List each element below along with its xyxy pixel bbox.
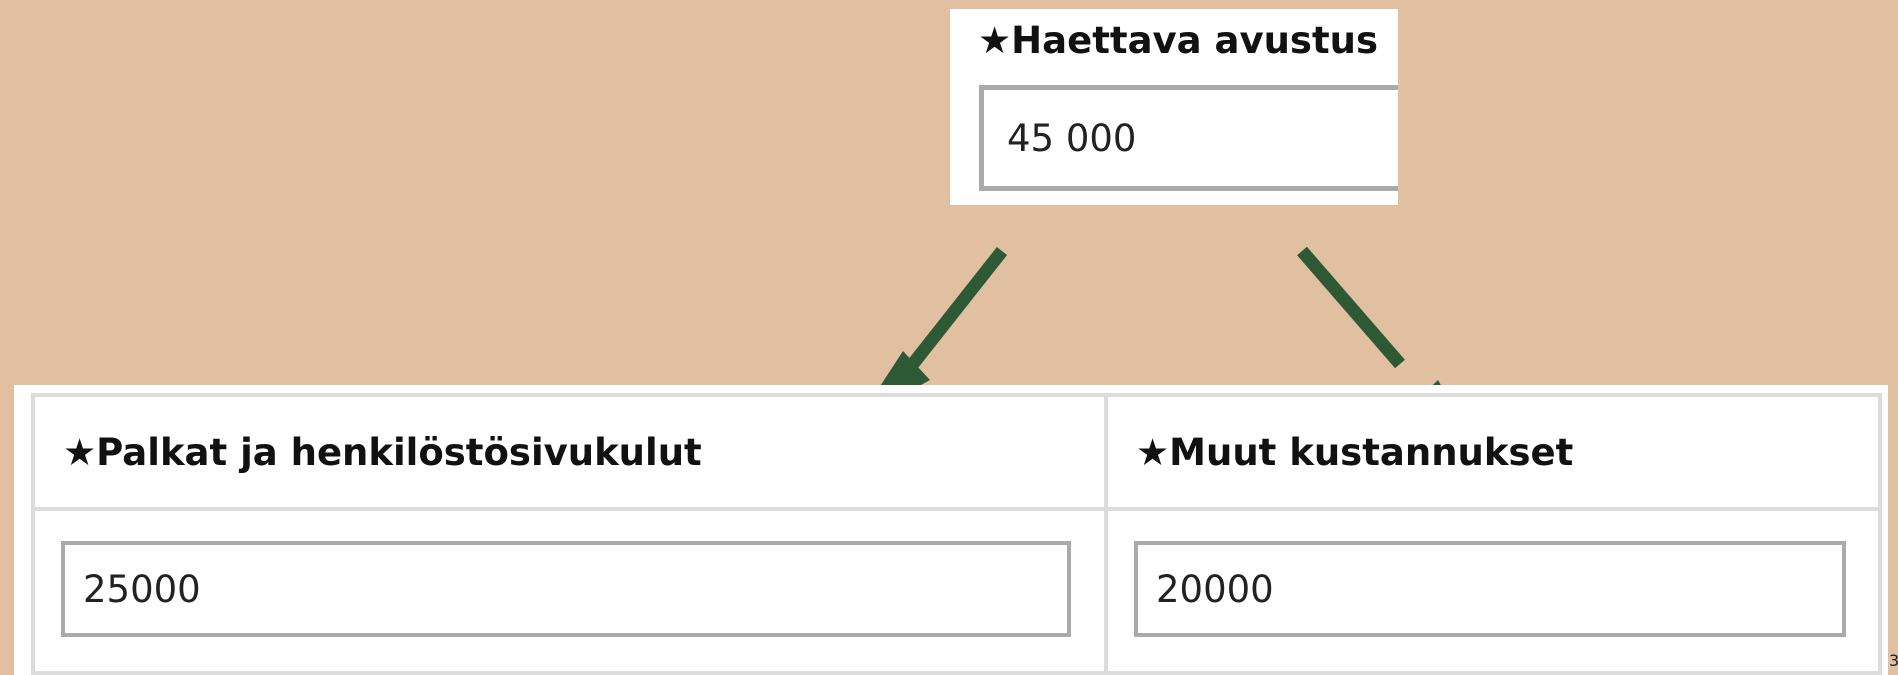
- input-cell-salaries: [31, 507, 1108, 675]
- salaries-input[interactable]: [61, 541, 1071, 637]
- requested-grant-field-card: ★Haettava avustus: [950, 9, 1398, 205]
- table-header-row: ★Palkat ja henkilöstösivukulut ★Muut kus…: [31, 393, 1882, 511]
- requested-grant-input[interactable]: [979, 85, 1398, 191]
- other-costs-input[interactable]: [1134, 541, 1846, 637]
- cost-breakdown-table: ★Palkat ja henkilöstösivukulut ★Muut kus…: [31, 393, 1882, 675]
- header-cell-other-costs: ★Muut kustannukset: [1104, 393, 1882, 511]
- requested-grant-label: ★Haettava avustus: [978, 19, 1379, 62]
- cost-breakdown-table-panel: ★Palkat ja henkilöstösivukulut ★Muut kus…: [14, 385, 1888, 675]
- input-cell-other-costs: [1104, 507, 1882, 675]
- table-input-row: [31, 507, 1882, 675]
- salaries-header: ★Palkat ja henkilöstösivukulut: [63, 431, 702, 474]
- page-number: 3: [1889, 651, 1898, 670]
- other-costs-header: ★Muut kustannukset: [1136, 431, 1574, 474]
- header-cell-salaries: ★Palkat ja henkilöstösivukulut: [31, 393, 1108, 511]
